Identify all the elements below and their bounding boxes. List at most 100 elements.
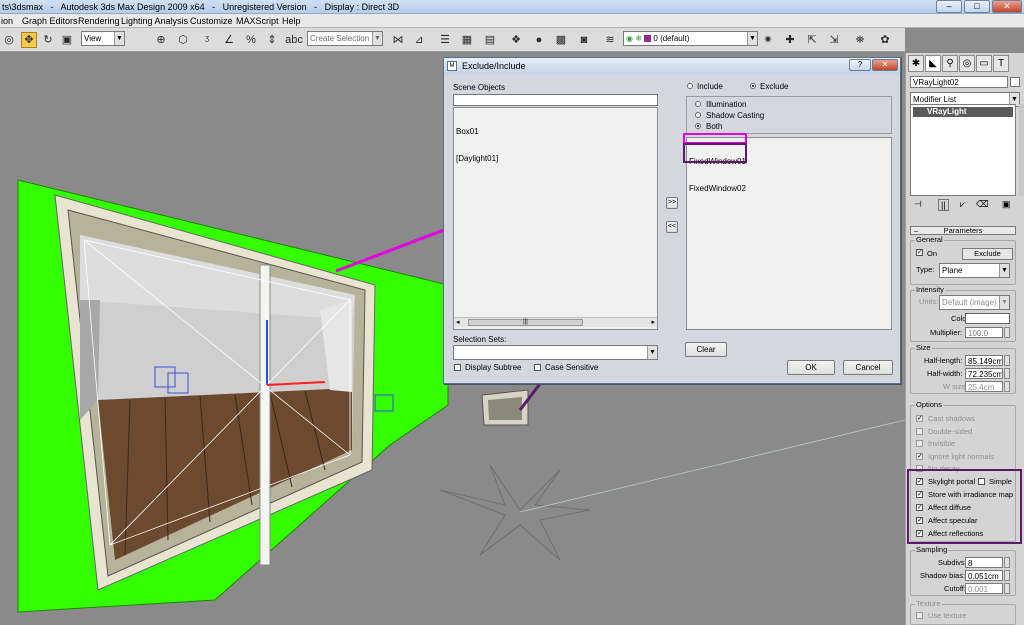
angle-snap-icon[interactable]: ∠ [221,32,237,48]
maximize-button[interactable]: □ [964,0,990,13]
cast-shadows-checkbox[interactable]: ✓ [916,415,923,422]
scroll-thumb[interactable]: ||| [468,319,583,326]
dialog-close-button[interactable]: ✕ [872,59,898,71]
pivot-point-icon[interactable]: ⊕ [153,32,169,48]
half-length-field[interactable]: 85.149cm [965,355,1003,366]
selection-sets-combo[interactable]: ▼ [453,345,658,360]
spinner-snap-icon[interactable]: ⇕ [264,32,280,48]
store-with-irradiance-map-checkbox[interactable]: ✓ [916,491,923,498]
align-icon[interactable]: ⊿ [411,32,427,48]
list-item[interactable]: [Daylight01] [456,154,655,163]
invisible-checkbox[interactable] [916,440,923,447]
parameters-rollout-header[interactable]: – Parameters [910,226,1016,235]
ignore-light-normals-checkbox[interactable]: ✓ [916,453,923,460]
horizontal-scrollbar[interactable]: ◂ ||| ▸ [454,317,657,327]
hierarchy-tab-icon[interactable]: ⚲ [942,55,958,72]
affect-reflections-checkbox[interactable]: ✓ [916,530,923,537]
motion-tab-icon[interactable]: ◎ [959,55,975,72]
move-left-button[interactable]: << [666,221,678,233]
create-layer-icon[interactable]: ✷ [760,32,776,48]
layers-icon[interactable]: ≋ [602,32,618,48]
menu-item-maxscript[interactable]: MAXScript [236,16,279,26]
remove-modifier-icon[interactable]: ⌫ [976,199,989,210]
double-sided-checkbox[interactable] [916,428,923,435]
set-current-layer-icon[interactable]: ⇲ [826,32,842,48]
clear-button[interactable]: Clear [685,342,727,357]
layer-manager-icon[interactable]: ☰ [437,32,453,48]
simple-checkbox[interactable] [978,478,985,485]
make-unique-icon[interactable]: ⩗ [960,199,965,210]
subdivs-field[interactable]: 8 [965,557,1003,568]
w-size-spinner[interactable] [1004,381,1010,392]
menu-item-rendering[interactable]: Rendering [78,16,120,26]
object-name-field[interactable]: VRayLight02 [910,76,1008,88]
reference-coordinate-combo[interactable]: View ▼ [81,31,125,46]
affect-diffuse-checkbox[interactable]: ✓ [916,504,923,511]
move-right-button[interactable]: >> [666,197,678,209]
scroll-right-icon[interactable]: ▸ [651,318,655,326]
color-swatch[interactable] [965,313,1010,324]
menu-item-graph-editors[interactable]: Graph Editors [22,16,78,26]
both-radio[interactable] [695,123,701,129]
named-selection-set-combo[interactable]: Create Selection Set ▼ [307,31,383,46]
minimize-button[interactable]: – [936,0,962,13]
units-combo[interactable]: Default (image) ▼ [939,295,1010,310]
modifier-stack[interactable]: VRayLight [910,104,1016,196]
select-layer-icon[interactable]: ⇱ [804,32,820,48]
panel-scrollbar[interactable] [1019,104,1024,196]
menu-item-help[interactable]: Help [282,16,301,26]
display-tab-icon[interactable]: ▭ [976,55,992,72]
multiplier-field[interactable]: 100.0 [965,327,1003,338]
menu-item-customize[interactable]: Customize [190,16,233,26]
render-icon[interactable]: ◙ [576,32,592,48]
object-color-swatch[interactable] [1010,77,1020,87]
cutoff-field[interactable]: 0.001 [965,583,1003,594]
type-combo[interactable]: Plane ▼ [939,263,1010,278]
lighting-icon[interactable]: ⛯ [852,32,868,48]
curve-editor-icon[interactable]: ▤ [482,32,498,48]
use-texture-checkbox[interactable] [916,612,923,619]
multiplier-spinner[interactable] [1004,327,1010,338]
cutoff-spinner[interactable] [1004,583,1010,594]
scene-objects-list[interactable]: Box01 [Daylight01] [453,107,658,330]
pin-stack-icon[interactable]: ⊣ [914,199,922,210]
mirror-icon[interactable]: ⋈ [390,32,406,48]
render-setup-icon[interactable]: ▩ [553,32,569,48]
include-radio[interactable] [687,83,693,89]
scroll-left-icon[interactable]: ◂ [456,318,460,326]
cancel-button[interactable]: Cancel [843,360,893,375]
material-editor-icon[interactable]: ● [531,32,547,48]
percent-snap-icon[interactable]: % [243,32,259,48]
ok-button[interactable]: OK [787,360,835,375]
particle-view-icon[interactable]: ✿ [877,32,893,48]
half-width-spinner[interactable] [1004,368,1010,379]
layer-combo[interactable]: ◉ ❄ 0 (default) ▼ [623,31,758,46]
illumination-radio[interactable] [695,101,701,107]
menu-item-lighting-analysis[interactable]: Lighting Analysis [121,16,188,26]
help-button[interactable]: ? [849,59,871,71]
excluded-objects-list[interactable]: FixedWindow01 FixedWindow02 [686,137,892,330]
select-object-icon[interactable]: ◎ [1,32,17,48]
shadow-bias-field[interactable]: 0.051cm [965,570,1003,581]
manipulate-icon[interactable]: ⬡ [175,32,191,48]
shadow-casting-radio[interactable] [695,112,701,118]
add-to-layer-icon[interactable]: ✚ [782,32,798,48]
subdivs-spinner[interactable] [1004,557,1010,568]
close-button[interactable]: ✕ [992,0,1022,13]
exclude-button[interactable]: Exclude [962,248,1013,260]
list-item[interactable]: Box01 [456,127,655,136]
shadow-bias-spinner[interactable] [1004,570,1010,581]
schematic-view-icon[interactable]: ❖ [508,32,524,48]
utilities-tab-icon[interactable]: T [993,55,1009,72]
select-and-rotate-icon[interactable]: ↻ [40,32,56,48]
skylight-portal-checkbox[interactable]: ✓ [916,478,923,485]
configure-sets-icon[interactable]: ▣ [1002,199,1011,210]
case-sensitive-checkbox[interactable] [534,364,541,371]
create-tab-icon[interactable]: ✱ [908,55,924,72]
select-and-scale-icon[interactable]: ▣ [59,32,75,48]
half-width-field[interactable]: 72.235cm [965,368,1003,379]
on-checkbox[interactable]: ✓ [916,249,923,256]
exclude-radio[interactable] [750,83,756,89]
snap-toggle-icon[interactable]: ᶾ [199,32,215,48]
affect-specular-checkbox[interactable]: ✓ [916,517,923,524]
